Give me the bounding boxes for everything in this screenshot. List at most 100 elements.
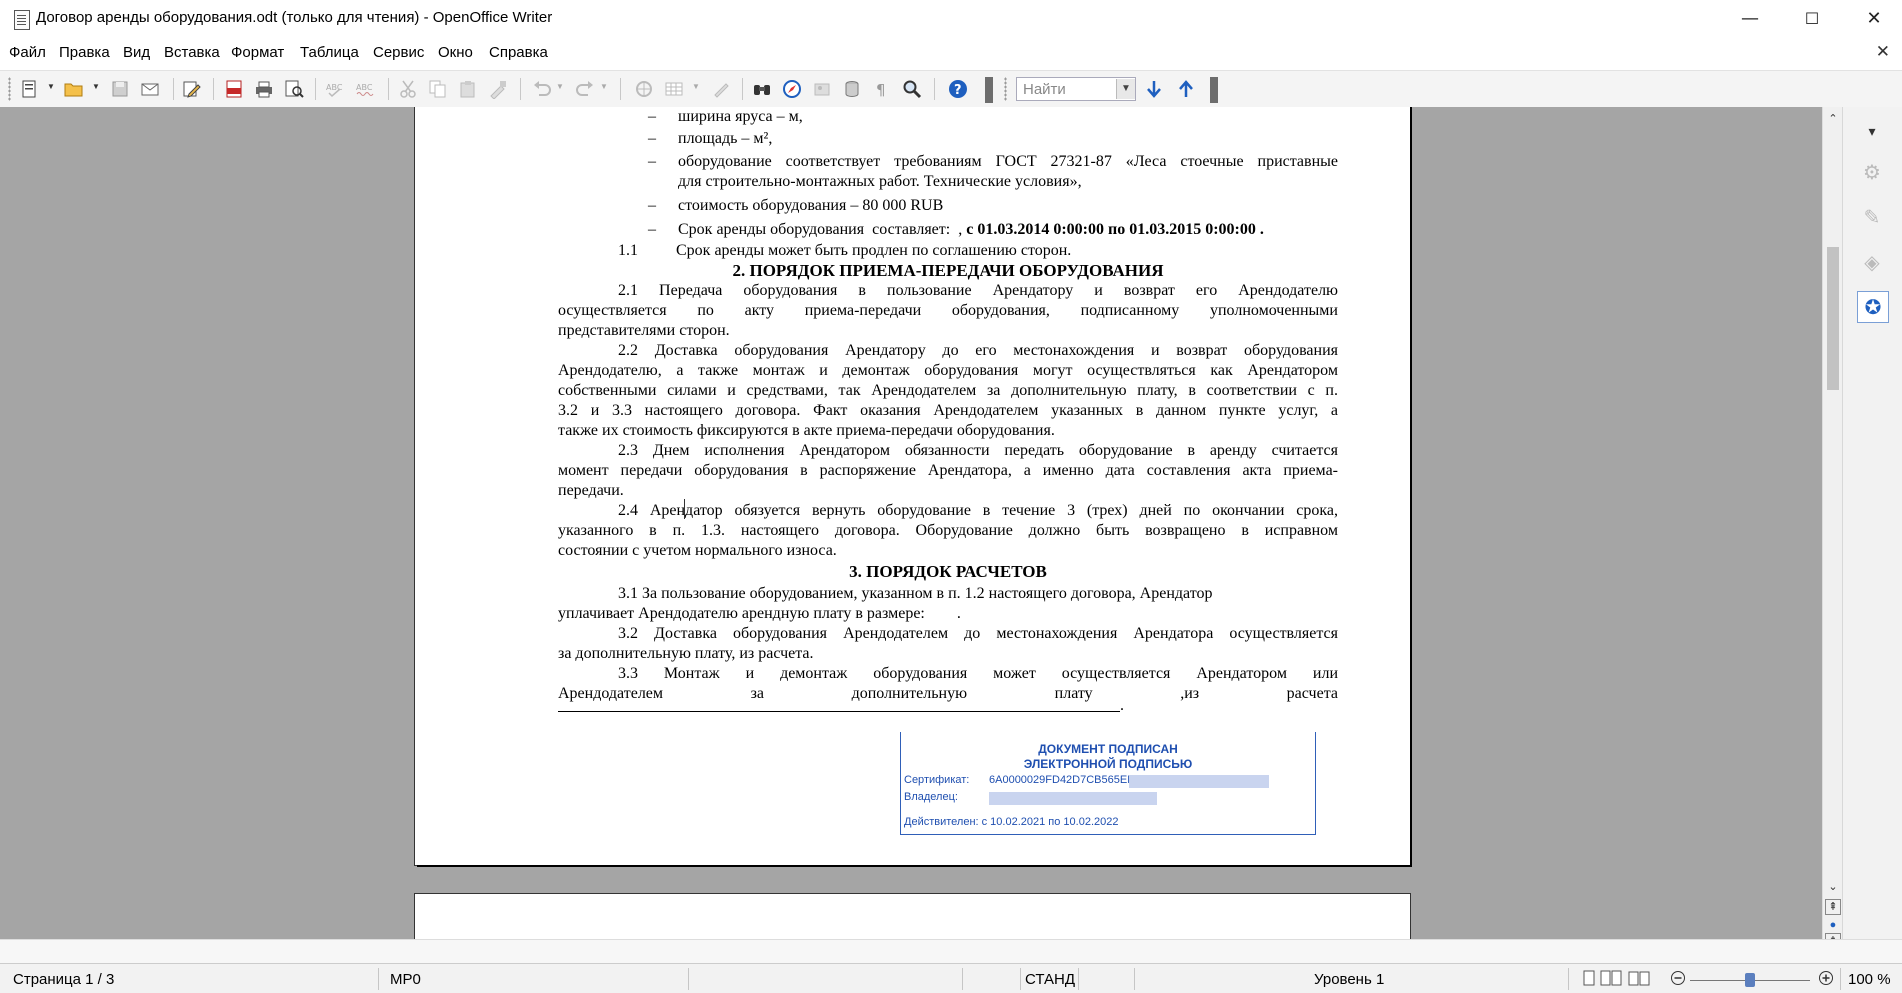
book-view-icon[interactable]	[1628, 970, 1650, 986]
paste-icon[interactable]	[458, 79, 478, 99]
clause-2-1-line: представителями сторон.	[558, 322, 730, 339]
edit-file-icon[interactable]	[181, 79, 201, 99]
toolbar-overflow-icon[interactable]	[985, 77, 993, 103]
undo-dropdown-icon[interactable]: ▼	[556, 82, 564, 91]
menu-format[interactable]: Формат	[231, 44, 284, 61]
stamp-validity: Действителен: с 10.02.2021 по 10.02.2022	[904, 816, 1119, 828]
print-preview-icon[interactable]	[284, 79, 304, 99]
table-icon[interactable]	[664, 79, 684, 99]
svg-text:¶: ¶	[876, 81, 886, 99]
menu-file[interactable]: Файл	[9, 44, 46, 61]
open-dropdown-icon[interactable]: ▼	[92, 82, 100, 91]
prev-page-icon[interactable]: ⇞	[1825, 899, 1841, 915]
toolbar-grip[interactable]	[8, 77, 11, 101]
menu-bar: Файл Правка Вид Вставка Формат Таблица С…	[0, 42, 1902, 66]
maximize-button[interactable]: ☐	[1784, 0, 1840, 38]
page-indicator[interactable]: Страница 1 / 3	[13, 971, 114, 988]
styles-icon[interactable]: ✎	[1857, 202, 1887, 232]
draw-icon[interactable]	[712, 79, 732, 99]
menu-table[interactable]: Таблица	[300, 44, 359, 61]
email-icon[interactable]	[140, 79, 160, 99]
underline-rule	[558, 711, 1120, 712]
single-page-view-icon[interactable]	[1580, 970, 1598, 986]
clause-2-2-line: 3.2 и 3.3 настоящего договора. Факт оказ…	[558, 402, 1338, 419]
nonprinting-chars-icon[interactable]: ¶	[872, 79, 892, 99]
status-bar: Страница 1 / 3 MP0 СТАНД Уровень 1 100 %	[0, 963, 1902, 993]
close-window-button[interactable]: ✕	[1846, 0, 1902, 38]
redo-icon[interactable]	[575, 79, 595, 99]
minimize-button[interactable]: —	[1722, 0, 1778, 38]
clause-2-4-line: 2.4 Арендатор обязуется вернуть оборудов…	[618, 502, 1338, 519]
standard-toolbar: ▼ ▼ ABC ABC ▼ ▼ ▼ ¶ ? Найти ▼	[0, 70, 1902, 108]
horizontal-scroll-area	[0, 939, 1902, 964]
insert-mode[interactable]: СТАНД	[1025, 971, 1075, 988]
scroll-thumb[interactable]	[1827, 247, 1839, 390]
zoom-percent[interactable]: 100 %	[1848, 971, 1891, 988]
svg-text:ABC: ABC	[356, 83, 373, 92]
gallery-sidebar-icon[interactable]: ◈	[1857, 247, 1887, 277]
multi-page-view-icon[interactable]	[1600, 970, 1622, 986]
hyperlink-icon[interactable]	[634, 79, 654, 99]
open-folder-icon[interactable]	[64, 79, 84, 99]
new-document-icon[interactable]	[20, 79, 40, 99]
clause-3-3-line: 3.3 Монтаж и демонтаж оборудования может…	[618, 665, 1338, 682]
copy-icon[interactable]	[428, 79, 448, 99]
clone-format-icon[interactable]	[488, 79, 508, 99]
document-page-next	[415, 894, 1410, 939]
section-3-heading: 3. ПОРЯДОК РАСЧЕТОВ	[849, 562, 1047, 581]
gallery-icon[interactable]	[812, 79, 832, 99]
new-dropdown-icon[interactable]: ▼	[47, 82, 55, 91]
bullet-item-cont: для строительно-монтажных работ. Техниче…	[678, 173, 1082, 190]
find-history-dropdown[interactable]: ▼	[1116, 79, 1135, 99]
undo-icon[interactable]	[532, 79, 552, 99]
find-toolbar-overflow-icon[interactable]	[1210, 77, 1218, 103]
save-icon[interactable]	[110, 79, 130, 99]
clause-2-2-line: Арендодателю, а также монтаж и демонтаж …	[558, 362, 1338, 379]
clause-3-1-line: 3.1 За пользование оборудованием, указан…	[618, 585, 1213, 602]
redo-dropdown-icon[interactable]: ▼	[600, 82, 608, 91]
zoom-in-icon[interactable]	[1818, 970, 1834, 986]
clause-2-1-line: 2.1 Передача оборудования в пользование …	[618, 282, 1338, 299]
zoom-icon[interactable]	[902, 79, 922, 99]
sidebar-menu-icon[interactable]: ▾	[1857, 117, 1887, 147]
data-sources-icon[interactable]	[842, 79, 862, 99]
clause-3-3-line: Арендодателем за дополнительную плату ,и…	[558, 685, 1338, 702]
table-dropdown-icon[interactable]: ▼	[692, 82, 700, 91]
stamp-title-2: ЭЛЕКТРОННОЙ ПОДПИСЬЮ	[1023, 757, 1193, 771]
export-pdf-icon[interactable]	[224, 79, 244, 99]
stamp-owner-label: Владелец:	[904, 791, 958, 803]
term-value: с 01.03.2014 0:00:00 по 01.03.2015 0:00:…	[962, 221, 1264, 238]
vertical-scrollbar[interactable]: ⌃ ⌄ ⇞ ● ⇟	[1822, 107, 1843, 949]
find-replace-icon[interactable]	[752, 79, 772, 99]
menu-help[interactable]: Справка	[489, 44, 548, 61]
menu-insert[interactable]: Вставка	[164, 44, 220, 61]
zoom-slider-thumb[interactable]	[1745, 973, 1755, 987]
menu-view[interactable]: Вид	[123, 44, 150, 61]
svg-text:ABC: ABC	[326, 83, 343, 92]
zoom-out-icon[interactable]	[1670, 970, 1686, 986]
page-style[interactable]: MP0	[390, 971, 421, 988]
navigator-icon[interactable]	[782, 79, 802, 99]
print-icon[interactable]	[254, 79, 274, 99]
spellcheck-icon[interactable]: ABC	[325, 79, 345, 99]
find-prev-icon[interactable]	[1176, 79, 1196, 99]
navigation-icon[interactable]: ●	[1825, 917, 1841, 933]
clause-2-1-line: осуществляется по акту приема-передачи о…	[558, 302, 1338, 319]
menu-edit[interactable]: Правка	[59, 44, 110, 61]
redacted-owner	[989, 792, 1157, 805]
stamp-title-1: ДОКУМЕНТ ПОДПИСАН	[1038, 742, 1178, 756]
cut-icon[interactable]	[398, 79, 418, 99]
navigator-sidebar-icon[interactable]: ✪	[1857, 291, 1889, 323]
properties-icon[interactable]: ⚙	[1857, 157, 1887, 187]
find-toolbar-grip[interactable]	[1004, 77, 1007, 101]
clause-2-2-line: собственными силами и средствами, так Ар…	[558, 382, 1338, 399]
autospellcheck-icon[interactable]: ABC	[355, 79, 375, 99]
close-document-button[interactable]: ✕	[1876, 42, 1890, 62]
scroll-down-icon[interactable]: ⌄	[1825, 879, 1841, 895]
menu-tools[interactable]: Сервис	[373, 44, 424, 61]
menu-window[interactable]: Окно	[438, 44, 473, 61]
scroll-up-icon[interactable]: ⌃	[1825, 111, 1841, 127]
help-icon[interactable]: ?	[948, 79, 968, 99]
find-next-icon[interactable]	[1144, 79, 1164, 99]
clause-2-3-line: 2.3 Днем исполнения Арендатором обязанно…	[618, 442, 1338, 459]
